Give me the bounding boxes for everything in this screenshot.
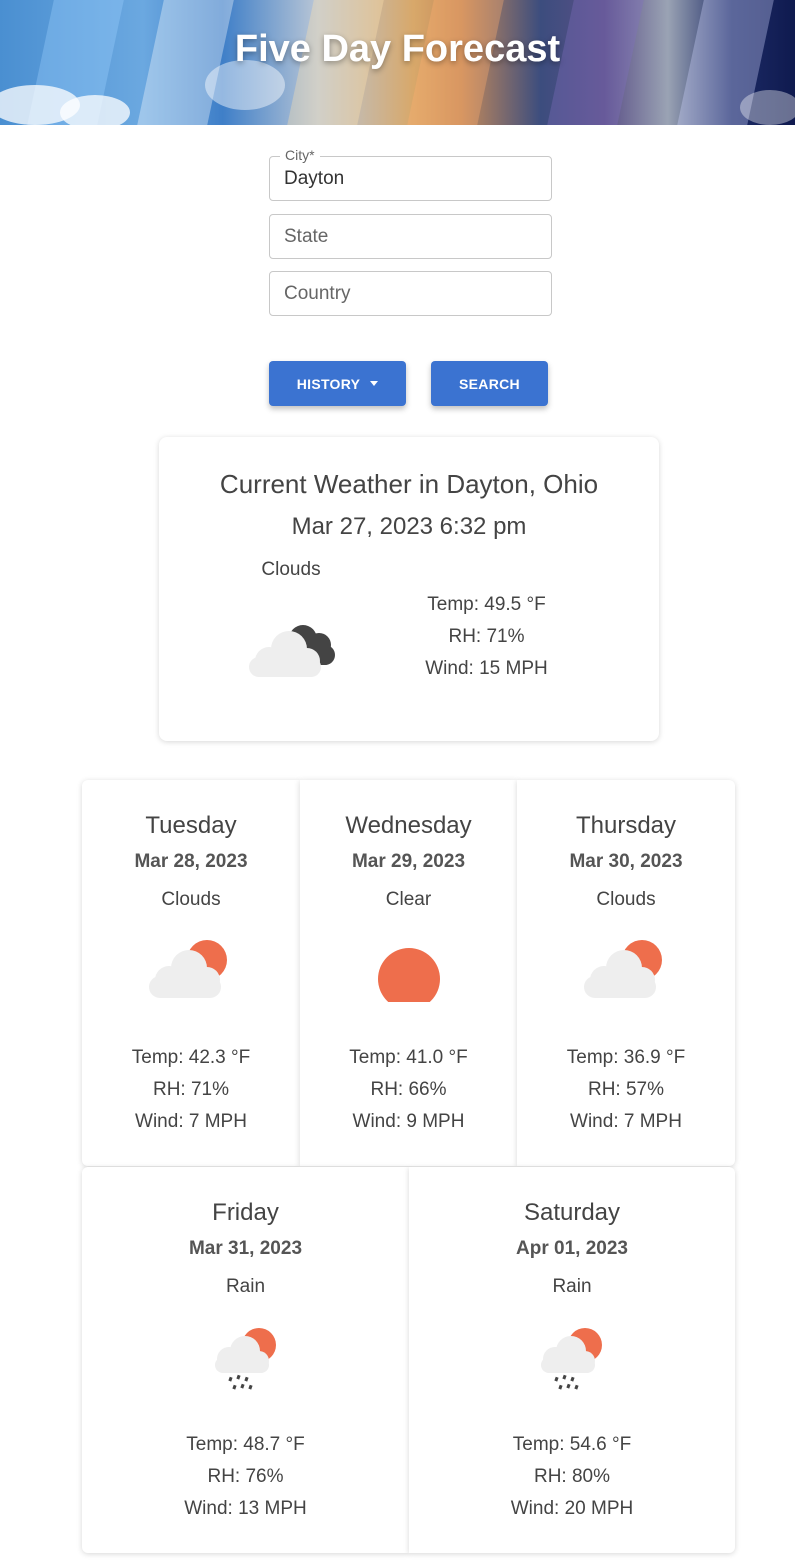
forecast-wind: Wind: 7 MPH — [570, 1111, 682, 1132]
forecast-card: Friday Mar 31, 2023 Rain Temp: 48.7 °F R… — [82, 1167, 409, 1553]
search-button-label: SEARCH — [459, 375, 520, 392]
history-button-label: HISTORY — [296, 375, 361, 392]
forecast-day: Friday — [212, 1199, 279, 1226]
forecast-condition: Clouds — [161, 889, 221, 910]
forecast-day: Wednesday — [345, 812, 472, 839]
current-condition: Clouds — [261, 559, 321, 580]
current-temp: Temp: 49.5 °F — [427, 594, 546, 615]
sun-icon — [377, 948, 440, 1002]
forecast-condition: Rain — [225, 1276, 266, 1297]
search-button[interactable]: SEARCH — [431, 361, 548, 406]
forecast-date: Mar 28, 2023 — [134, 851, 248, 872]
state-field[interactable] — [269, 214, 552, 259]
forecast-date: Mar 29, 2023 — [351, 851, 466, 872]
rain-icon — [541, 1328, 602, 1390]
forecast-date: Mar 31, 2023 — [188, 1238, 303, 1259]
forecast-date: Mar 30, 2023 — [569, 851, 683, 872]
history-button[interactable]: HISTORY — [269, 361, 406, 406]
forecast-temp: Temp: 42.3 °F — [131, 1047, 251, 1068]
forecast-card: Tuesday Mar 28, 2023 Clouds Temp: 42.3 °… — [82, 780, 300, 1166]
forecast-date: Apr 01, 2023 — [516, 1238, 628, 1259]
forecast-rh: RH: 80% — [533, 1466, 611, 1487]
current-weather-datetime: Mar 27, 2023 6:32 pm — [291, 513, 527, 540]
current-wind: Wind: 15 MPH — [425, 658, 548, 679]
forecast-card: Wednesday Mar 29, 2023 Clear Temp: 41.0 … — [300, 780, 517, 1166]
city-input[interactable] — [270, 157, 551, 200]
forecast-stats: Temp: 36.9 °F RH: 57% Wind: 7 MPH — [517, 1042, 735, 1138]
forecast-stats: Temp: 41.0 °F RH: 66% Wind: 9 MPH — [300, 1042, 517, 1138]
forecast-rh: RH: 71% — [152, 1079, 230, 1100]
forecast-stats: Temp: 54.6 °F RH: 80% Wind: 20 MPH — [409, 1429, 735, 1525]
partly-cloudy-icon — [149, 940, 227, 998]
current-stats: Temp: 49.5 °F RH: 71% Wind: 15 MPH — [394, 589, 579, 685]
night-cloud-icon — [249, 625, 335, 677]
header-banner: Five Day Forecast — [0, 0, 795, 125]
forecast-day: Saturday — [523, 1199, 621, 1226]
page-title: Five Day Forecast — [234, 28, 561, 70]
rain-icon — [214, 1328, 276, 1390]
forecast-condition: Clear — [385, 889, 432, 910]
state-input[interactable] — [270, 215, 551, 258]
forecast-stats: Temp: 48.7 °F RH: 76% Wind: 13 MPH — [82, 1429, 409, 1525]
forecast-wind: Wind: 9 MPH — [352, 1111, 465, 1132]
country-input[interactable] — [270, 272, 551, 315]
forecast-condition: Rain — [552, 1276, 592, 1297]
forecast-temp: Temp: 41.0 °F — [349, 1047, 468, 1068]
forecast-wind: Wind: 20 MPH — [510, 1498, 634, 1519]
partly-cloudy-icon — [584, 940, 662, 998]
forecast-temp: Temp: 54.6 °F — [512, 1434, 632, 1455]
forecast-rh: RH: 66% — [370, 1079, 447, 1100]
forecast-rh: RH: 76% — [207, 1466, 284, 1487]
forecast-card: Thursday Mar 30, 2023 Clouds Temp: 36.9 … — [517, 780, 735, 1166]
current-rh: RH: 71% — [448, 626, 525, 647]
forecast-day: Tuesday — [145, 812, 237, 839]
forecast-temp: Temp: 36.9 °F — [566, 1047, 686, 1068]
city-field[interactable]: City* — [269, 147, 552, 201]
forecast-wind: Wind: 13 MPH — [184, 1498, 307, 1519]
forecast-day: Thursday — [575, 812, 677, 839]
forecast-rh: RH: 57% — [587, 1079, 665, 1100]
country-field[interactable] — [269, 271, 552, 316]
city-label: City* — [280, 147, 320, 163]
caret-down-icon — [370, 381, 379, 386]
current-weather-card: Current Weather in Dayton, Ohio Mar 27, … — [159, 437, 659, 741]
forecast-wind: Wind: 7 MPH — [135, 1111, 247, 1132]
current-weather-title: Current Weather in Dayton, Ohio — [219, 469, 599, 499]
forecast-temp: Temp: 48.7 °F — [186, 1434, 305, 1455]
forecast-condition: Clouds — [596, 889, 656, 910]
forecast-stats: Temp: 42.3 °F RH: 71% Wind: 7 MPH — [82, 1042, 300, 1138]
forecast-card: Saturday Apr 01, 2023 Rain Temp: 54.6 °F… — [409, 1167, 735, 1553]
